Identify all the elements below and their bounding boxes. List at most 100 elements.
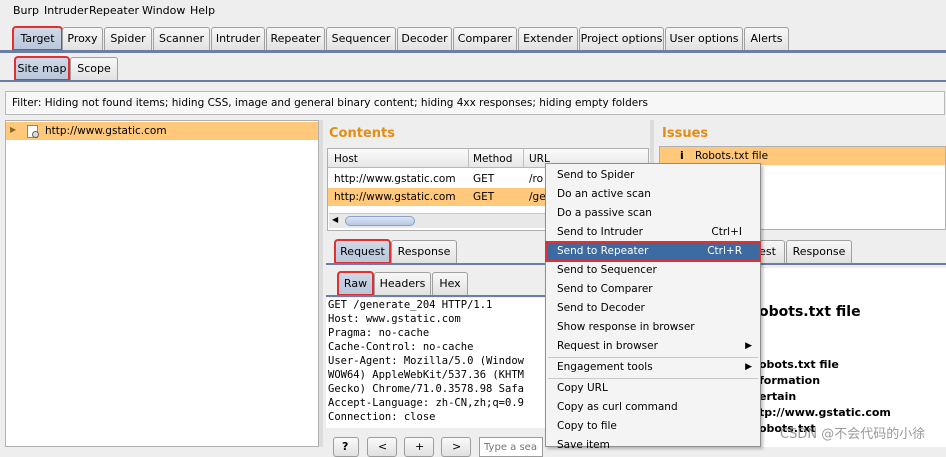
request-line: Cache-Control: no-cache [328,341,474,353]
filter-text: Filter: Hiding not found items; hiding C… [12,97,649,109]
request-line: Connection: close [328,411,436,423]
expand-icon[interactable]: ▶ [10,125,16,134]
menu-passive-scan[interactable]: Do a passive scan [546,204,760,223]
request-line: Pragma: no-cache [328,327,430,339]
watermark: CSDN @不会代码的小徐 [780,427,926,442]
row-url: /ro [529,173,544,185]
tab-alerts[interactable]: Alerts [744,27,789,50]
menu-copy-as-curl[interactable]: Copy as curl command [546,398,760,417]
scroll-thumb[interactable] [345,216,415,226]
tab-target[interactable]: Target [12,26,63,51]
menu-send-to-decoder[interactable]: Send to Decoder [546,299,760,318]
search-prev-button[interactable]: < [367,437,397,457]
menu-item-label: Send to Comparer [557,283,653,295]
menu-item-label: Send to Decoder [557,302,645,314]
menu-burp[interactable]: Burp [13,4,39,17]
filter-bar[interactable]: Filter: Hiding not found items; hiding C… [5,91,945,115]
menu-repeater[interactable]: Repeater [89,4,139,17]
issues-heading: Issues [662,126,709,141]
context-menu: Send to Spider Do an active scan Do a pa… [545,163,761,451]
row-url: /ge [529,191,546,203]
menu-send-to-comparer[interactable]: Send to Comparer [546,280,760,299]
menu-item-label: Send to Intruder [557,226,643,238]
menu-send-to-intruder[interactable]: Send to Intruder Ctrl+I [546,223,760,242]
menu-help[interactable]: Help [190,4,215,17]
menu-shortcut: Ctrl+I [711,226,742,238]
tab-site-map[interactable]: Site map [14,56,70,81]
row-host: http://www.gstatic.com [334,191,456,203]
issue-detail-title: obots.txt file [759,304,861,320]
tab-user-options[interactable]: User options [665,27,743,50]
tab-sequencer[interactable]: Sequencer [326,27,396,50]
tab-response[interactable]: Response [391,240,457,263]
menu-request-in-browser[interactable]: Request in browser ▶ [546,337,760,356]
tab-decoder[interactable]: Decoder [397,27,452,50]
tab-spider[interactable]: Spider [104,27,152,50]
menu-item-label: Send to Sequencer [557,264,657,276]
menu-send-to-repeater[interactable]: Send to Repeater Ctrl+R [545,241,761,262]
issue-label: Robots.txt file [695,150,769,162]
contents-heading: Contents [329,126,395,141]
row-host: http://www.gstatic.com [334,173,456,185]
search-next-button[interactable]: > [441,437,471,457]
tab-comparer[interactable]: Comparer [453,27,517,50]
request-line: GET /generate_204 HTTP/1.1 [328,299,493,311]
issue-detail-line: obots.txt file [759,358,839,371]
menu-engagement-tools[interactable]: Engagement tools ▶ [546,358,760,377]
search-input[interactable] [479,437,543,457]
menu-send-to-spider[interactable]: Send to Spider [546,166,760,185]
tab-intruder[interactable]: Intruder [211,27,265,50]
request-editor[interactable]: GET /generate_204 HTTP/1.1 Host: www.gst… [326,298,546,428]
row-method: GET [473,173,495,185]
request-line: Host: www.gstatic.com [328,313,461,325]
menu-send-to-sequencer[interactable]: Send to Sequencer [546,261,760,280]
submenu-arrow-icon: ▶ [745,341,752,351]
issue-detail-line: tp://www.gstatic.com [759,406,891,419]
menu-bar: Burp Intruder Repeater Window Help [0,0,946,22]
request-line: User-Agent: Mozilla/5.0 (Window [328,355,524,367]
subtab-divider [0,80,946,82]
tab-repeater[interactable]: Repeater [266,27,325,50]
tab-scope[interactable]: Scope [70,57,118,80]
tab-project-options[interactable]: Project options [579,27,664,50]
search-add-button[interactable]: + [404,437,434,457]
column-host[interactable]: Host [334,153,358,165]
tab-extender[interactable]: Extender [518,27,578,50]
menu-item-label: Save item [557,439,610,451]
scroll-left-icon[interactable]: ◀ [332,215,338,224]
tab-issue-response[interactable]: Response [786,240,852,263]
menu-intruder[interactable]: Intruder [44,4,88,17]
menu-copy-url[interactable]: Copy URL [546,379,760,398]
menu-item-label: Request in browser [557,340,658,352]
tab-request[interactable]: Request [334,239,391,264]
menu-shortcut: Ctrl+R [707,245,742,257]
tree-item[interactable]: ▶ http://www.gstatic.com [6,122,318,140]
menu-item-label: Do a passive scan [557,207,652,219]
column-method[interactable]: Method [473,153,512,165]
tab-scanner[interactable]: Scanner [153,27,210,50]
tab-divider [0,50,946,53]
issue-detail-line: ertain [759,390,797,403]
request-line: Accept-Language: zh-CN,zh;q=0.9 [328,397,524,409]
menu-copy-to-file[interactable]: Copy to file [546,417,760,436]
tab-raw[interactable]: Raw [337,271,374,296]
issue-detail-line: formation [759,374,821,387]
menu-show-response-in-browser[interactable]: Show response in browser [546,318,760,337]
menu-item-label: Engagement tools [557,361,653,373]
menu-item-label: Show response in browser [557,321,695,333]
help-button[interactable]: ? [333,437,359,457]
split-divider[interactable] [319,120,323,447]
menu-item-label: Send to Spider [557,169,635,181]
menu-save-item[interactable]: Save item [546,436,760,455]
request-line: WOW64) AppleWebKit/537.36 (KHTM [328,369,524,381]
tree-item-label: http://www.gstatic.com [45,125,167,137]
tab-headers[interactable]: Headers [374,272,431,295]
menu-item-label: Do an active scan [557,188,651,200]
row-method: GET [473,191,495,203]
menu-active-scan[interactable]: Do an active scan [546,185,760,204]
tab-hex[interactable]: Hex [432,272,468,295]
page-icon [27,125,39,138]
tab-proxy[interactable]: Proxy [62,27,103,50]
menu-window[interactable]: Window [142,4,185,17]
request-line: Gecko) Chrome/71.0.3578.98 Safa [328,383,524,395]
